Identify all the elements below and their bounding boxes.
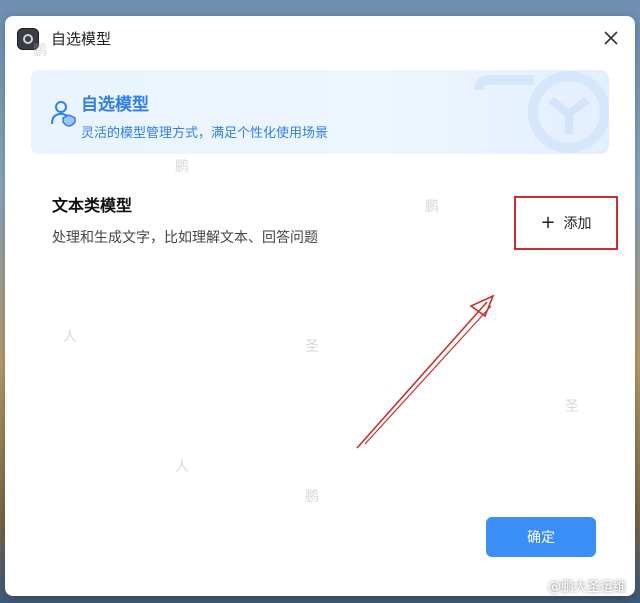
close-icon[interactable] — [601, 28, 621, 48]
info-banner: 自选模型 灵活的模型管理方式，满足个性化使用场景 — [31, 70, 609, 154]
footer-watermark: @鹏大圣运维 — [547, 580, 626, 595]
banner-decoration-icon — [474, 71, 609, 153]
user-model-icon — [51, 101, 76, 127]
text-model-section-title: 文本类模型 — [52, 196, 133, 215]
app-icon — [17, 28, 39, 50]
confirm-button[interactable]: 确定 — [486, 517, 596, 557]
banner-title: 自选模型 — [81, 95, 149, 115]
dialog-window: 自选模型 自选模型 灵活的模型管理方式，满足个性化使用场景 文本类模型 处理和生… — [5, 16, 635, 596]
plus-icon: + — [540, 212, 556, 233]
banner-subtitle: 灵活的模型管理方式，满足个性化使用场景 — [81, 126, 329, 141]
text-model-section-description: 处理和生成文字，比如理解文本、回答问题 — [52, 230, 318, 246]
add-button[interactable]: + 添加 — [514, 196, 618, 250]
titlebar: 自选模型 — [5, 16, 635, 62]
add-button-label: 添加 — [563, 216, 592, 232]
window-title: 自选模型 — [51, 30, 112, 48]
